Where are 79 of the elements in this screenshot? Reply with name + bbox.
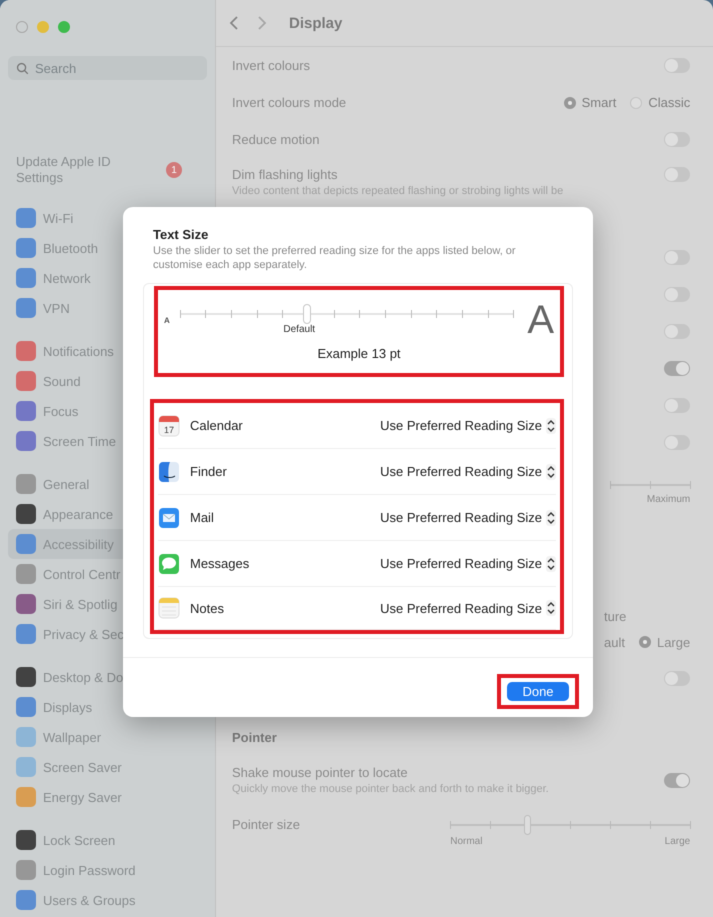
calendar-icon: 17 <box>158 414 180 436</box>
search-icon <box>16 62 29 75</box>
forward-icon[interactable] <box>257 15 267 31</box>
toggle-switch[interactable] <box>664 132 690 147</box>
stepper-icon <box>546 600 556 616</box>
toggle-switch[interactable] <box>664 361 690 376</box>
setting-label: Reduce motion <box>232 132 320 147</box>
option-label: Classic <box>648 95 690 110</box>
search-field[interactable]: Search <box>8 56 207 80</box>
small-size-label: A <box>164 316 170 324</box>
sidebar-item[interactable]: Desktop & Do <box>0 662 209 692</box>
sidebar-item[interactable]: Screen Saver <box>0 752 209 782</box>
reading-size-popup[interactable]: Use Preferred Reading Size <box>380 418 556 434</box>
toggle-switch[interactable] <box>664 772 690 788</box>
toggle-switch[interactable] <box>664 167 690 182</box>
reading-size-popup[interactable]: Use Preferred Reading Size <box>380 600 556 616</box>
sidebar-item[interactable]: Energy Saver <box>0 782 209 812</box>
setting-label: Pointer size <box>232 817 300 832</box>
toggle-switch[interactable] <box>664 58 690 73</box>
speech-bubble-icon <box>158 552 180 574</box>
toggle-switch[interactable] <box>664 398 690 413</box>
minimize-button[interactable] <box>37 21 49 33</box>
example-text: Example 13 pt <box>316 346 402 361</box>
slider-thumb[interactable] <box>524 815 532 835</box>
setting-label: Dim flashing lights <box>232 167 338 182</box>
notepad-icon <box>158 597 180 619</box>
section-header: Pointer <box>232 730 277 745</box>
stepper-icon <box>546 418 556 434</box>
dialog-description: Use the slider to set the preferred reading size for the apps listed below, or customise each app separately. <box>152 244 517 272</box>
toggle-switch[interactable] <box>664 250 690 265</box>
back-icon[interactable] <box>229 15 239 31</box>
setting-label: Shake mouse pointer to locate <box>232 765 409 780</box>
setting-label: Invert colours <box>232 58 310 73</box>
close-button[interactable] <box>16 21 28 33</box>
face-icon <box>158 460 180 482</box>
zoom-button[interactable] <box>58 21 70 33</box>
sidebar-item[interactable]: Lock Screen <box>0 825 209 855</box>
setting-label: Invert colours mode <box>232 95 346 110</box>
radio-button[interactable] <box>564 96 576 108</box>
stepper-icon <box>546 464 556 480</box>
slider-min-label: Normal <box>450 836 482 847</box>
app-name: Calendar <box>190 418 244 433</box>
app-name: Messages <box>190 556 250 571</box>
slider-max-label: Large <box>664 836 690 847</box>
toggle-switch[interactable] <box>664 671 690 686</box>
pane-title: Display <box>289 14 342 32</box>
done-button[interactable]: Done <box>507 682 569 701</box>
setting-label: ault <box>604 634 625 650</box>
sidebar-item[interactable]: Sound <box>0 366 209 396</box>
sidebar-item[interactable]: Displays <box>0 692 209 722</box>
dialog-title: Text Size <box>152 227 210 242</box>
app-name: Mail <box>190 510 215 525</box>
reading-size-popup[interactable]: Use Preferred Reading Size <box>380 556 556 572</box>
toggle-switch[interactable] <box>664 287 690 302</box>
setting-label: ture <box>604 609 626 624</box>
default-label: Default <box>283 324 316 335</box>
sidebar-item[interactable]: Login Password <box>0 855 209 885</box>
radio-button[interactable] <box>630 96 642 108</box>
app-name: Notes <box>190 600 225 616</box>
slider-max-label: Maximum <box>646 494 690 505</box>
slider-thumb[interactable] <box>302 304 311 324</box>
account-label[interactable]: Update Apple ID Settings <box>16 154 136 186</box>
large-size-label: A <box>527 300 554 340</box>
sidebar-item[interactable]: Wallpaper <box>0 722 209 752</box>
sidebar-item[interactable]: Notifications <box>0 336 209 366</box>
envelope-icon <box>158 506 180 528</box>
reading-size-popup[interactable]: Use Preferred Reading Size <box>380 510 556 526</box>
app-name: Finder <box>190 464 228 479</box>
reading-size-popup[interactable]: Use Preferred Reading Size <box>380 464 556 480</box>
stepper-icon <box>546 556 556 572</box>
sidebar-item[interactable]: Privacy & Sec <box>0 619 209 649</box>
toggle-switch[interactable] <box>664 324 690 339</box>
toggle-switch[interactable] <box>664 435 690 450</box>
sidebar-item[interactable]: Users & Groups <box>0 885 209 915</box>
option-label: Large <box>656 634 690 650</box>
stepper-icon <box>546 510 556 526</box>
option-label: Smart <box>582 95 616 110</box>
radio-button[interactable] <box>638 636 651 648</box>
notification-badge: 1 <box>166 162 182 178</box>
